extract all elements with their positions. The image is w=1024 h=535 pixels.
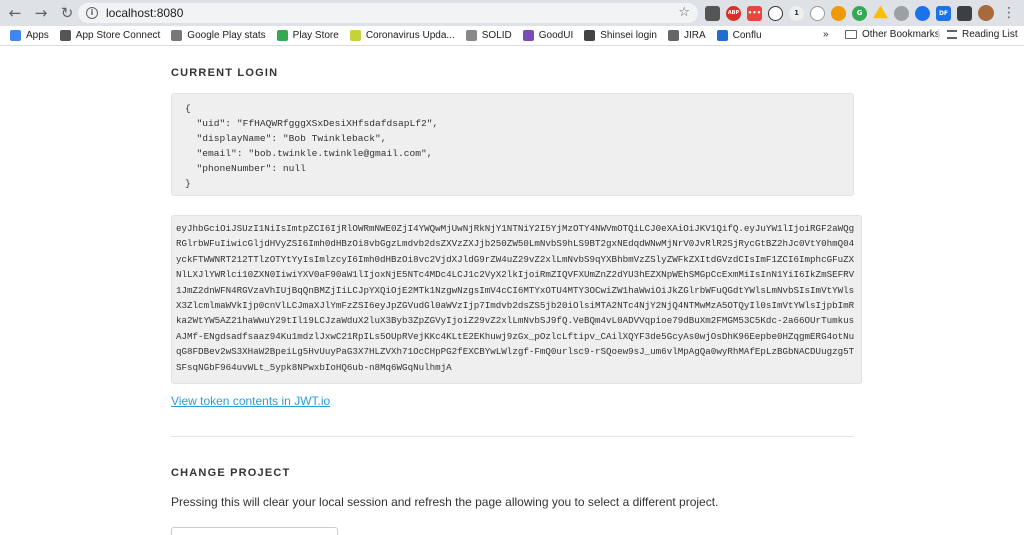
more-bookmarks-button[interactable]: » xyxy=(823,29,829,40)
address-bar[interactable]: i localhost:8080 ☆ xyxy=(78,3,698,23)
bookmark-item[interactable]: App Store Connect xyxy=(59,30,161,41)
bookmark-label[interactable]: Apps xyxy=(26,30,49,41)
browser-toolbar: ← → ↻ i localhost:8080 ☆ ABP ••• 1 G DF … xyxy=(0,0,1024,26)
more-bookmarks-icon[interactable]: » xyxy=(823,29,829,40)
extensions-area: ABP ••• 1 G DF ⋮ xyxy=(705,4,1016,22)
site-info-icon[interactable]: i xyxy=(86,7,98,19)
green-extension-icon[interactable]: G xyxy=(852,5,867,21)
bookmark-label[interactable]: Play Store xyxy=(293,30,339,41)
df-extension-icon[interactable]: DF xyxy=(936,5,951,21)
change-project-description: Pressing this will clear your local sess… xyxy=(171,495,719,509)
bookmark-favicon-icon xyxy=(667,30,679,41)
bookmark-label[interactable]: GoodUI xyxy=(539,30,573,41)
bookmark-favicon-icon xyxy=(171,30,183,41)
bookmark-favicon-icon xyxy=(349,30,361,41)
jwt-io-link[interactable]: View token contents in JWT.io xyxy=(171,394,330,408)
circle-extension-icon[interactable] xyxy=(768,5,783,21)
section-divider xyxy=(171,436,854,437)
bookmark-favicon-icon xyxy=(276,30,288,41)
bookmark-label[interactable]: Google Play stats xyxy=(187,30,265,41)
bookmark-label[interactable]: App Store Connect xyxy=(76,30,161,41)
bookmark-label[interactable]: Conflu xyxy=(733,30,762,41)
pen-extension-icon[interactable] xyxy=(705,5,720,21)
adblock-extension-icon[interactable]: ABP xyxy=(726,5,741,21)
bookmark-favicon-icon xyxy=(522,30,534,41)
bookmark-item[interactable]: Shinsei login xyxy=(584,30,657,41)
bookmark-label[interactable]: JIRA xyxy=(684,30,706,41)
bookmark-item[interactable]: Coronavirus Upda... xyxy=(349,30,455,41)
jwt-token-block: eyJhbGciOiJSUzI1NiIsImtpZCI6IjRlOWRmNWE0… xyxy=(171,215,862,384)
orange-extension-icon[interactable] xyxy=(831,5,846,21)
bookmark-favicon-icon xyxy=(465,30,477,41)
reading-list-label[interactable]: Reading List xyxy=(962,29,1018,40)
bookmark-star-icon[interactable]: ☆ xyxy=(678,5,690,20)
bookmark-item[interactable]: Conflu xyxy=(716,30,762,41)
bookmark-label[interactable]: Coronavirus Upda... xyxy=(366,30,455,41)
folder-icon xyxy=(845,30,857,39)
drive-extension-icon[interactable] xyxy=(873,5,888,19)
profile-avatar[interactable] xyxy=(978,5,994,21)
bookmark-favicon-icon xyxy=(10,30,21,41)
ring-extension-icon[interactable] xyxy=(810,5,825,21)
bookmark-label[interactable]: SOLID xyxy=(482,30,512,41)
user-json-block: { "uid": "FfHAQWRfgggXSxDesiXHfsdafdsapL… xyxy=(171,93,854,196)
bookmark-item[interactable]: JIRA xyxy=(667,30,706,41)
reading-list-button[interactable]: Reading List xyxy=(938,29,1018,40)
bookmark-favicon-icon xyxy=(584,30,596,41)
bookmark-favicon-icon xyxy=(716,30,728,41)
change-project-button[interactable] xyxy=(171,527,338,535)
reload-icon[interactable]: ↻ xyxy=(56,2,78,24)
forward-arrow-icon[interactable]: → xyxy=(30,2,52,24)
globe-extension-icon[interactable] xyxy=(915,5,930,21)
badge-extension-icon[interactable]: 1 xyxy=(789,5,804,21)
current-login-title: CURRENT LOGIN xyxy=(171,67,279,79)
other-bookmarks-button[interactable]: Other Bookmarks xyxy=(845,29,940,40)
bookmark-item[interactable]: Apps xyxy=(10,30,49,41)
bookmark-item[interactable]: SOLID xyxy=(465,30,512,41)
bookmark-item[interactable]: GoodUI xyxy=(522,30,573,41)
dots-extension-icon[interactable]: ••• xyxy=(747,5,762,21)
bookmark-item[interactable]: Play Store xyxy=(276,30,339,41)
menu-icon[interactable]: ⋮ xyxy=(1002,5,1016,21)
reading-list-icon xyxy=(947,30,957,39)
bookmark-list: Apps App Store Connect Google Play stats Pl… xyxy=(10,30,773,41)
gear-extension-icon[interactable] xyxy=(894,5,909,21)
other-bookmarks-label[interactable]: Other Bookmarks xyxy=(862,29,940,40)
bookmarks-bar: Apps App Store Connect Google Play stats Pl… xyxy=(0,26,1024,46)
change-project-title: CHANGE PROJECT xyxy=(171,467,291,479)
bookmark-label[interactable]: Shinsei login xyxy=(600,30,657,41)
bookmark-favicon-icon xyxy=(59,30,71,41)
puzzle-icon[interactable] xyxy=(957,5,972,21)
back-arrow-icon[interactable]: ← xyxy=(4,2,26,24)
address-url[interactable]: localhost:8080 xyxy=(106,6,183,20)
bookmark-item[interactable]: Google Play stats xyxy=(171,30,266,41)
